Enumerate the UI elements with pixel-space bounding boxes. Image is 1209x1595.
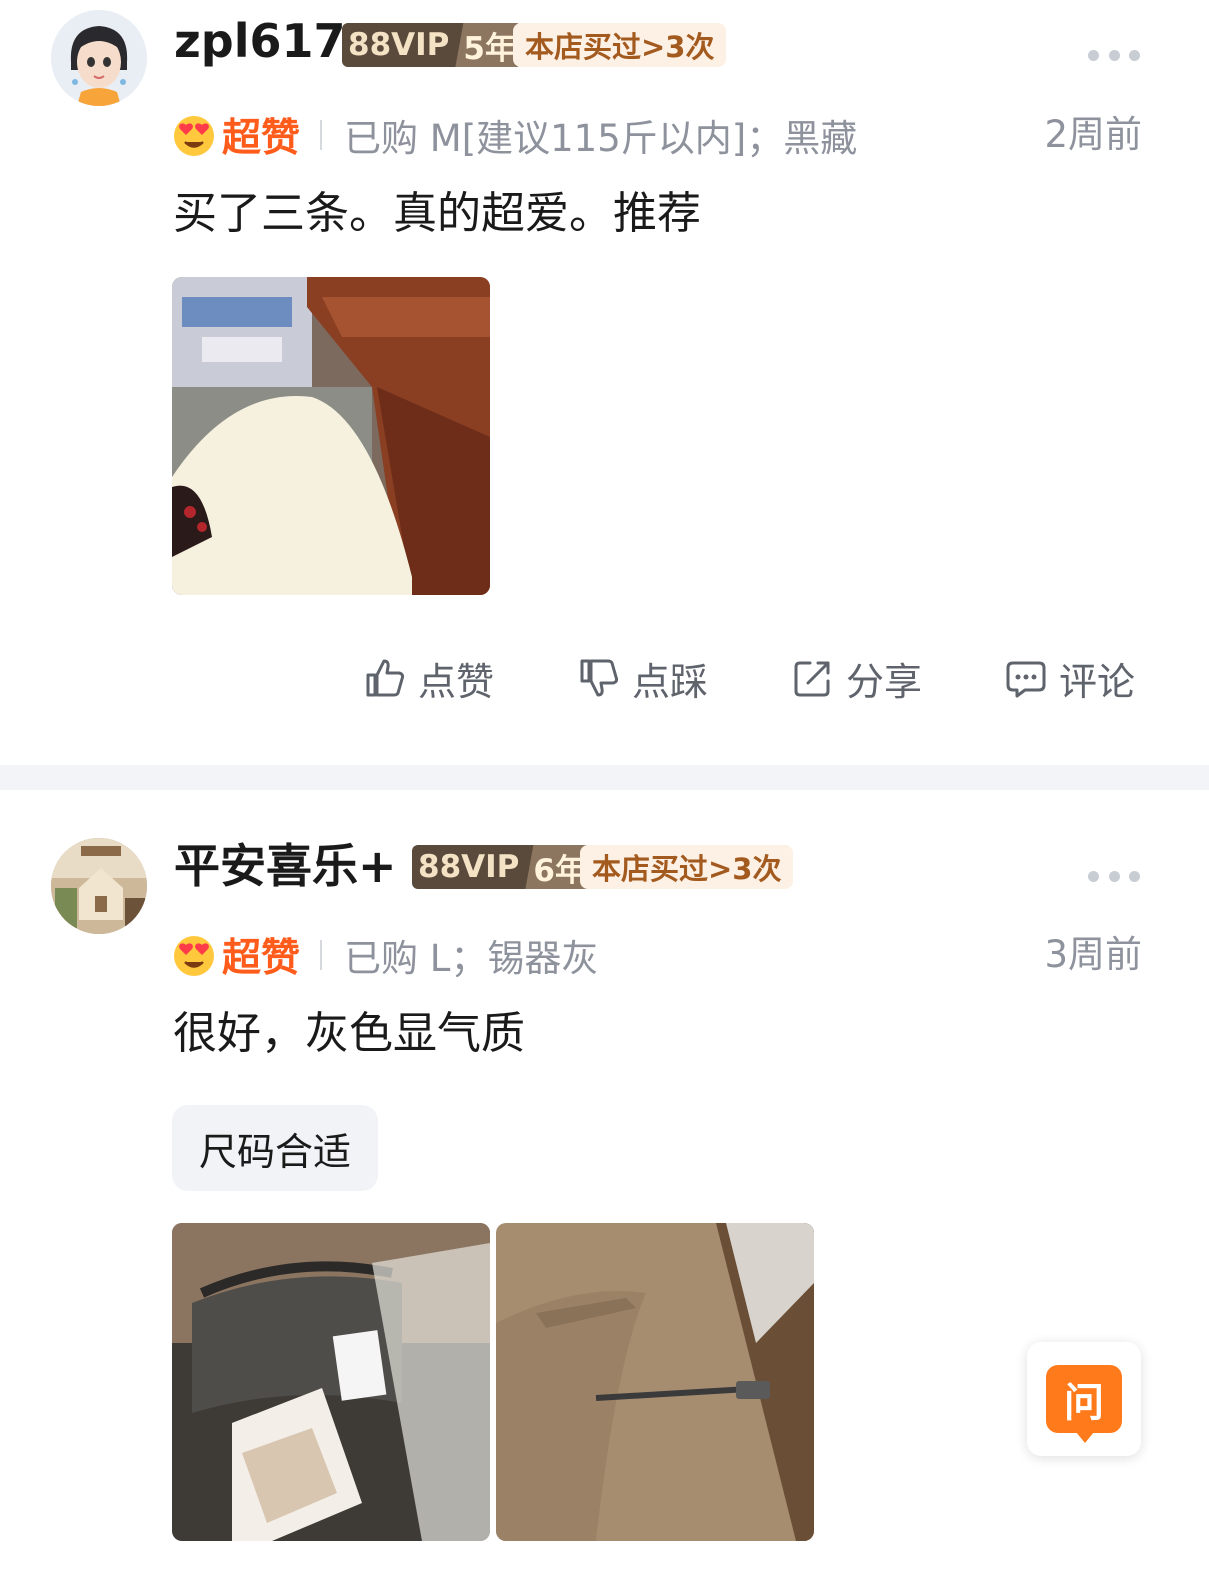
review-text: 很好，灰色显气质 (173, 1008, 525, 1059)
heart-eyes-emoji-icon (174, 116, 214, 156)
ask-label: 问 (1046, 1365, 1122, 1443)
dislike-label: 点踩 (632, 659, 709, 704)
vip-badge: 88VIP 5年 (342, 23, 522, 67)
review-tag: 尺码合适 (172, 1105, 379, 1191)
avatar-image (51, 10, 147, 106)
section-divider (0, 765, 1209, 790)
vip-label: 88VIP (418, 849, 520, 885)
purchase-info: 已购 M[建议115斤以内]；黑藏 (344, 117, 858, 160)
review-text: 买了三条。真的超爱。推荐 (173, 188, 701, 239)
like-button[interactable]: 点赞 (362, 650, 494, 706)
avatar-image (51, 838, 147, 934)
review-card-2: 平安喜乐+ 88VIP 6年 本店买过>3次 超赞 已购 L；锡器灰 3周前 很… (0, 790, 1209, 1595)
comment-label: 评论 (1059, 659, 1136, 704)
review-card-1: zpl617 88VIP 5年 本店买过>3次 超赞 已购 M[建议115斤以内… (0, 0, 1209, 765)
username[interactable]: zpl617 (174, 18, 346, 64)
vip-label: 88VIP (348, 27, 450, 63)
comment-button[interactable]: 评论 (1003, 650, 1135, 706)
divider (320, 940, 323, 970)
vip-years: 5年 (455, 23, 522, 67)
review-photo[interactable] (172, 1223, 490, 1541)
purchase-info: 已购 L；锡器灰 (344, 937, 599, 980)
ask-question-button[interactable]: 问 (1027, 1342, 1141, 1456)
rating-label: 超赞 (222, 116, 301, 161)
username[interactable]: 平安喜乐+ (174, 843, 397, 889)
user-avatar[interactable] (51, 10, 147, 106)
vip-badge: 88VIP 6年 (412, 845, 592, 889)
share-button[interactable]: 分享 (790, 650, 922, 706)
like-label: 点赞 (418, 659, 495, 704)
review-photo[interactable] (496, 1223, 814, 1541)
more-icon[interactable] (1088, 48, 1140, 62)
share-icon (794, 661, 830, 697)
review-time: 2周前 (1044, 113, 1142, 156)
review-photo[interactable] (172, 277, 490, 595)
review-meta: 超赞 已购 L；锡器灰 3周前 (172, 930, 1142, 981)
more-icon[interactable] (1088, 869, 1140, 883)
review-time: 3周前 (1044, 933, 1142, 976)
rating-label: 超赞 (222, 936, 301, 981)
dislike-button[interactable]: 点踩 (576, 650, 708, 706)
shop-purchase-badge: 本店买过>3次 (513, 23, 727, 67)
thumbs-up-icon (366, 659, 405, 697)
review-meta: 超赞 已购 M[建议115斤以内]；黑藏 2周前 (172, 110, 1142, 161)
user-avatar[interactable] (51, 838, 147, 934)
share-label: 分享 (846, 659, 923, 704)
divider (320, 120, 323, 150)
shop-purchase-badge: 本店买过>3次 (580, 845, 794, 889)
comment-icon (1006, 661, 1046, 698)
heart-eyes-emoji-icon (174, 936, 214, 976)
thumbs-down-icon (580, 659, 619, 697)
